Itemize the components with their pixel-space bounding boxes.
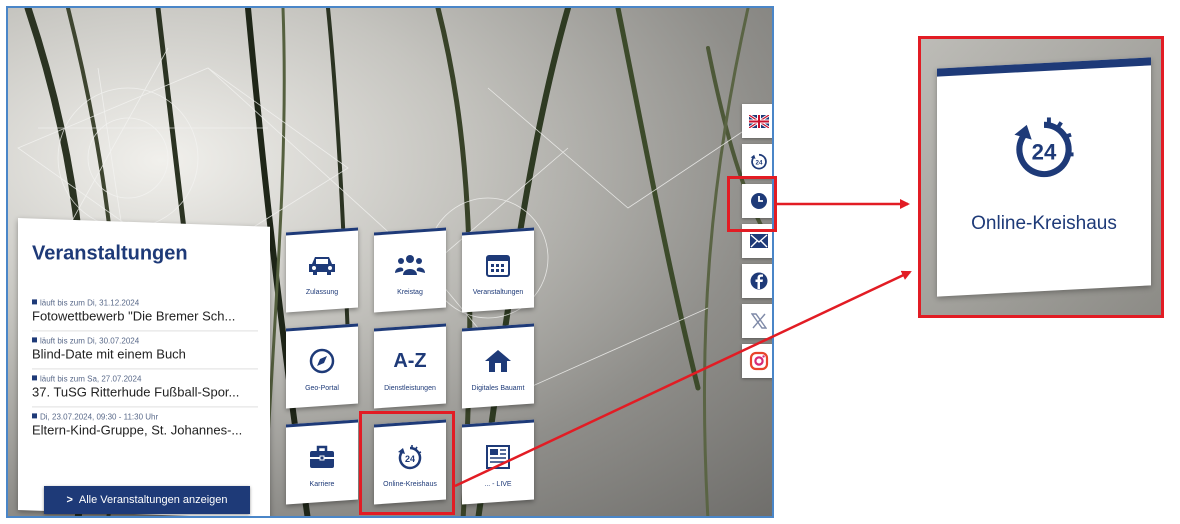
24h-icon: 24 xyxy=(1006,115,1082,179)
svg-text:24: 24 xyxy=(1032,139,1057,164)
arrow-to-zoom-bottom xyxy=(454,270,912,488)
zoomed-online-kreishaus-tile[interactable]: 24 Online-Kreishaus xyxy=(937,57,1151,297)
zoomed-tile-panel: 24 Online-Kreishaus xyxy=(918,36,1164,318)
zoomed-tile-label: Online-Kreishaus xyxy=(971,213,1117,234)
